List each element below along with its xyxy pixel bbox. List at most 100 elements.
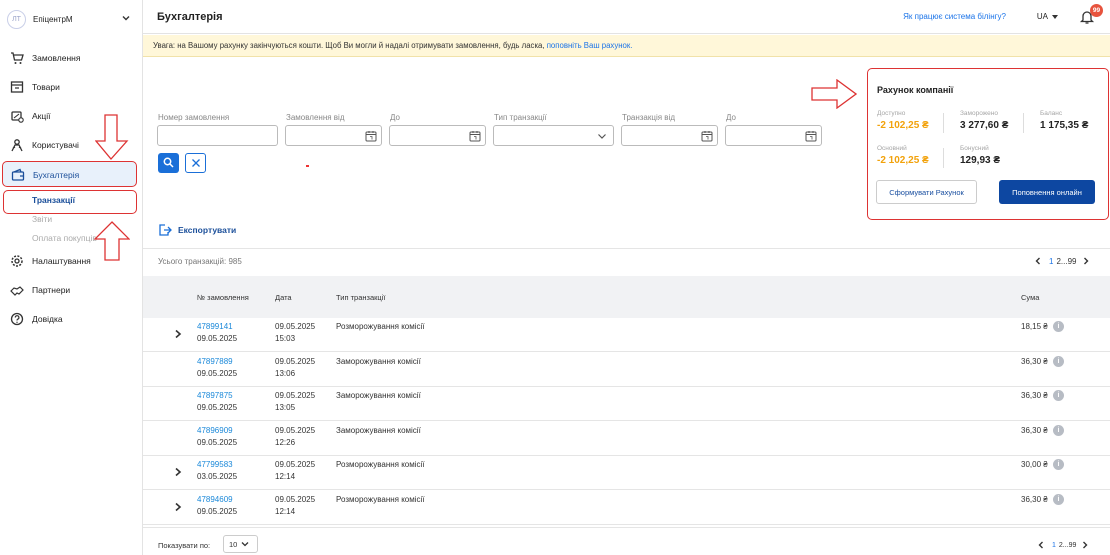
- table-row[interactable]: 47894609 09.05.2025 09.05.2025 12:14 Розморо…: [143, 490, 1110, 525]
- info-icon[interactable]: i: [1053, 493, 1064, 505]
- order-link[interactable]: 47899141: [197, 322, 233, 331]
- order-link[interactable]: 47897875: [197, 391, 233, 400]
- order-date: 09.05.2025: [197, 506, 238, 516]
- close-icon: [192, 159, 200, 167]
- annotation-arrow-right-icon: [811, 79, 857, 109]
- table-row[interactable]: 47897889 09.05.2025 09.05.2025 13:06 Заморож…: [143, 352, 1110, 387]
- billing-help-link[interactable]: Як працює система білінгу?: [903, 12, 1006, 21]
- filter-label: Тип транзакції: [494, 113, 547, 122]
- online-topup-button[interactable]: Поповнення онлайн: [999, 180, 1095, 204]
- balance-value: 1 175,35 ₴: [1040, 120, 1089, 131]
- chevron-left-icon[interactable]: [1033, 256, 1043, 266]
- table-row[interactable]: 47897875 09.05.2025 09.05.2025 13:05 Заморож…: [143, 387, 1110, 421]
- table-row[interactable]: 47899141 09.05.2025 09.05.2025 15:03 Розморо…: [143, 318, 1110, 352]
- chevron-right-icon[interactable]: [1081, 256, 1091, 266]
- transaction-date: 09.05.2025: [275, 425, 316, 435]
- chevron-right-icon[interactable]: [174, 467, 182, 477]
- pagination-current[interactable]: 1: [1052, 542, 1056, 549]
- transaction-time: 15:03: [275, 334, 296, 343]
- order-link[interactable]: 47894609: [197, 495, 233, 504]
- export-label: Експортувати: [178, 225, 237, 235]
- column-header: Тип транзакції: [336, 293, 386, 302]
- calendar-icon[interactable]: [805, 130, 817, 142]
- filter-label: Замовлення від: [286, 113, 345, 122]
- chevron-right-icon[interactable]: [174, 502, 182, 512]
- transaction-sum: 36,30 ₴: [1021, 494, 1048, 504]
- pagination-pages[interactable]: 2...99: [1059, 542, 1077, 549]
- chevron-right-icon[interactable]: [174, 329, 182, 339]
- annotation-arrow-down-icon: [95, 114, 129, 160]
- users-icon: [11, 139, 23, 152]
- per-page-select[interactable]: 10: [223, 535, 258, 553]
- transactions-total: Усього транзакцій: 985: [158, 257, 242, 266]
- transaction-date-to-input[interactable]: [725, 125, 822, 146]
- order-number-input[interactable]: [157, 125, 278, 146]
- sidebar-item-help[interactable]: Довідка: [0, 308, 142, 330]
- transaction-date: 09.05.2025: [275, 494, 316, 504]
- transaction-date: 09.05.2025: [275, 460, 316, 469]
- divider: [143, 248, 1110, 249]
- chevron-right-icon[interactable]: [1080, 540, 1090, 550]
- calendar-icon[interactable]: [701, 130, 713, 142]
- sidebar-item-products[interactable]: Товари: [0, 76, 142, 98]
- transaction-time: 13:06: [275, 368, 296, 378]
- sidebar-item-accounting[interactable]: Бухгалтерія: [2, 161, 137, 187]
- main-label: Основний: [877, 145, 907, 152]
- info-icon[interactable]: i: [1053, 321, 1064, 332]
- card-title: Рахунок компанії: [877, 85, 954, 95]
- search-icon: [163, 157, 174, 168]
- chevron-down-icon[interactable]: [597, 131, 607, 141]
- table-row[interactable]: 47896909 09.05.2025 09.05.2025 12:26 Заморож…: [143, 421, 1110, 456]
- transaction-date-from-input[interactable]: [621, 125, 718, 146]
- order-date-to-input[interactable]: [389, 125, 486, 146]
- sidebar-item-partners[interactable]: Партнери: [0, 279, 142, 301]
- balance-label: Баланс: [1040, 110, 1063, 117]
- calendar-icon[interactable]: [365, 130, 377, 142]
- filter-label: До: [726, 113, 736, 122]
- transaction-sum: 36,30 ₴: [1021, 391, 1048, 400]
- sidebar-subitem-customer-payments[interactable]: Оплата покупців: [32, 233, 97, 243]
- avatar: ЛТ: [7, 9, 26, 29]
- chevron-down-icon[interactable]: [121, 13, 131, 23]
- topup-link[interactable]: поповніть Ваш рахунок.: [547, 41, 633, 50]
- wallet-icon: [11, 168, 25, 181]
- sidebar-item-label: Налаштування: [32, 256, 91, 266]
- bonus-label: Бонусний: [960, 145, 989, 152]
- order-link[interactable]: 47897889: [197, 357, 233, 366]
- caret-down-icon[interactable]: [1052, 15, 1058, 19]
- order-link[interactable]: 47799583: [197, 460, 233, 469]
- column-header: № замовлення: [197, 293, 249, 302]
- transaction-type: Розморожування комісії: [336, 322, 425, 331]
- transaction-type: Розморожування комісії: [336, 460, 425, 469]
- generate-invoice-button[interactable]: Сформувати Рахунок: [876, 180, 977, 204]
- pagination-current[interactable]: 1: [1049, 257, 1053, 266]
- search-button[interactable]: [158, 153, 179, 173]
- warning-text: Увага: на Вашому рахунку закінчуються ко…: [153, 41, 547, 50]
- sidebar-subitem-transactions[interactable]: Транзакції: [32, 195, 75, 205]
- transaction-type-select[interactable]: [493, 125, 614, 146]
- pagination-pages[interactable]: 2...99: [1056, 257, 1076, 266]
- chevron-left-icon[interactable]: [1036, 540, 1046, 550]
- transaction-time: 12:26: [275, 437, 296, 447]
- page-title: Бухгалтерія: [157, 11, 223, 23]
- org-switcher[interactable]: ЛТ ЕпіцентрМ: [7, 8, 137, 30]
- table-row[interactable]: 47799583 03.05.2025 09.05.2025 12:14 Розморо…: [143, 456, 1110, 490]
- low-balance-warning: Увага: на Вашому рахунку закінчуються ко…: [143, 35, 1110, 57]
- order-date-from-input[interactable]: [285, 125, 382, 146]
- info-icon[interactable]: i: [1053, 390, 1064, 401]
- sidebar-subitem-reports[interactable]: Звіти: [32, 214, 52, 224]
- transaction-sum: 36,30 ₴: [1021, 425, 1048, 435]
- transaction-type: Заморожування комісії: [336, 391, 421, 400]
- clear-filters-button[interactable]: [185, 153, 206, 173]
- calendar-icon[interactable]: [469, 130, 481, 142]
- order-link[interactable]: 47896909: [197, 426, 233, 435]
- info-icon[interactable]: i: [1053, 355, 1064, 367]
- org-name: ЕпіцентрМ: [33, 14, 73, 24]
- info-icon[interactable]: i: [1053, 424, 1064, 436]
- export-button[interactable]: Експортувати: [158, 223, 236, 237]
- sidebar-item-orders[interactable]: Замовлення: [0, 47, 142, 69]
- transaction-sum: 18,15 ₴: [1021, 322, 1048, 331]
- info-icon[interactable]: i: [1053, 459, 1064, 470]
- language-select[interactable]: UA: [1037, 12, 1048, 21]
- sidebar-item-label: Акції: [32, 111, 51, 121]
